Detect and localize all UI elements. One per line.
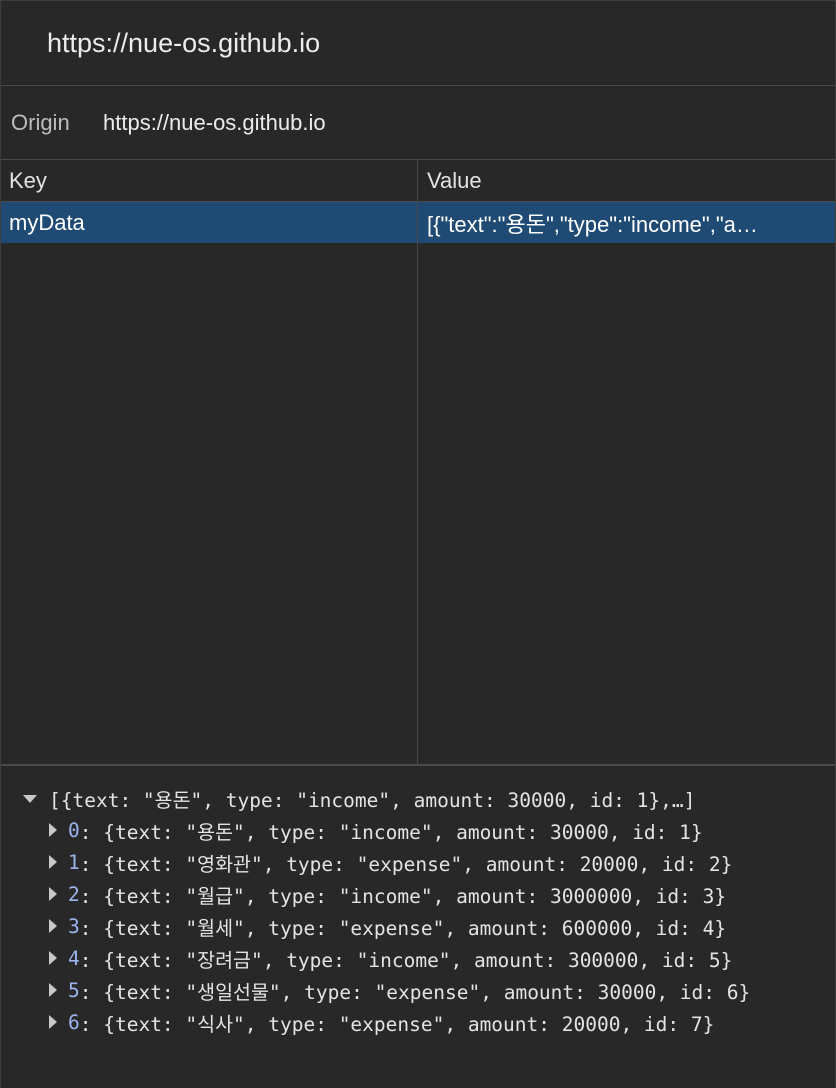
tree-item-index: 4 <box>68 946 80 970</box>
tree-item-index: 2 <box>68 882 80 906</box>
expand-arrow-right-icon[interactable] <box>49 887 57 901</box>
origin-row: Origin https://nue-os.github.io <box>1 86 835 160</box>
tree-root-summary: [{text: "용돈", type: "income", amount: 30… <box>49 788 696 812</box>
tree-item-summary: : {text: "영화관", type: "expense", amount:… <box>79 852 733 876</box>
storage-title-text: https://nue-os.github.io <box>47 27 321 58</box>
expand-arrow-right-icon[interactable] <box>49 823 57 837</box>
tree-item[interactable]: 3 : {text: "월세", type: "expense", amount… <box>1 910 835 942</box>
table-header: Key Value <box>1 160 835 202</box>
expand-arrow-right-icon[interactable] <box>49 951 57 965</box>
storage-title: https://nue-os.github.io <box>1 0 835 86</box>
tree-item[interactable]: 5 : {text: "생일선물", type: "expense", amou… <box>1 974 835 1006</box>
tree-root-node[interactable]: [{text: "용돈", type: "income", amount: 30… <box>1 782 835 814</box>
tree-item[interactable]: 1 : {text: "영화관", type: "expense", amoun… <box>1 846 835 878</box>
tree-item-index: 1 <box>68 850 80 874</box>
table-row[interactable]: myData [{"text":"용돈","type":"income","a… <box>1 202 835 243</box>
value-preview: [{text: "용돈", type: "income", amount: 30… <box>1 766 835 1038</box>
origin-label: Origin <box>11 109 70 135</box>
tree-item-summary: : {text: "생일선물", type: "expense", amount… <box>79 980 751 1004</box>
storage-table: Key Value myData [{"text":"용돈","type":"i… <box>1 160 835 766</box>
row-value-cell[interactable]: [{"text":"용돈","type":"income","a… <box>417 207 835 239</box>
expand-arrow-right-icon[interactable] <box>49 919 57 933</box>
origin-value: https://nue-os.github.io <box>103 109 326 135</box>
column-divider[interactable] <box>417 160 418 764</box>
local-storage-panel: https://nue-os.github.io Origin https://… <box>0 0 836 1088</box>
tree-item-index: 3 <box>68 914 80 938</box>
expand-arrow-right-icon[interactable] <box>49 855 57 869</box>
column-header-value[interactable]: Value <box>417 168 835 194</box>
tree-item-index: 5 <box>68 978 80 1002</box>
tree-item[interactable]: 4 : {text: "장려금", type: "income", amount… <box>1 942 835 974</box>
tree-item-index: 6 <box>68 1010 80 1034</box>
tree-item-index: 0 <box>68 818 80 842</box>
tree-item-summary: : {text: "월급", type: "income", amount: 3… <box>79 884 727 908</box>
tree-item-summary: : {text: "식사", type: "expense", amount: … <box>79 1012 715 1036</box>
tree-item-summary: : {text: "장려금", type: "income", amount: … <box>79 948 733 972</box>
tree-item[interactable]: 6 : {text: "식사", type: "expense", amount… <box>1 1006 835 1038</box>
expand-arrow-right-icon[interactable] <box>49 1015 57 1029</box>
tree-item-summary: : {text: "월세", type: "expense", amount: … <box>79 916 727 940</box>
tree-item-summary: : {text: "용돈", type: "income", amount: 3… <box>79 820 703 844</box>
expand-arrow-down-icon[interactable] <box>23 795 37 803</box>
column-header-key[interactable]: Key <box>1 168 417 194</box>
tree-item[interactable]: 2 : {text: "월급", type: "income", amount:… <box>1 878 835 910</box>
row-key-cell[interactable]: myData <box>1 210 417 236</box>
tree-item[interactable]: 0 : {text: "용돈", type: "income", amount:… <box>1 814 835 846</box>
expand-arrow-right-icon[interactable] <box>49 983 57 997</box>
